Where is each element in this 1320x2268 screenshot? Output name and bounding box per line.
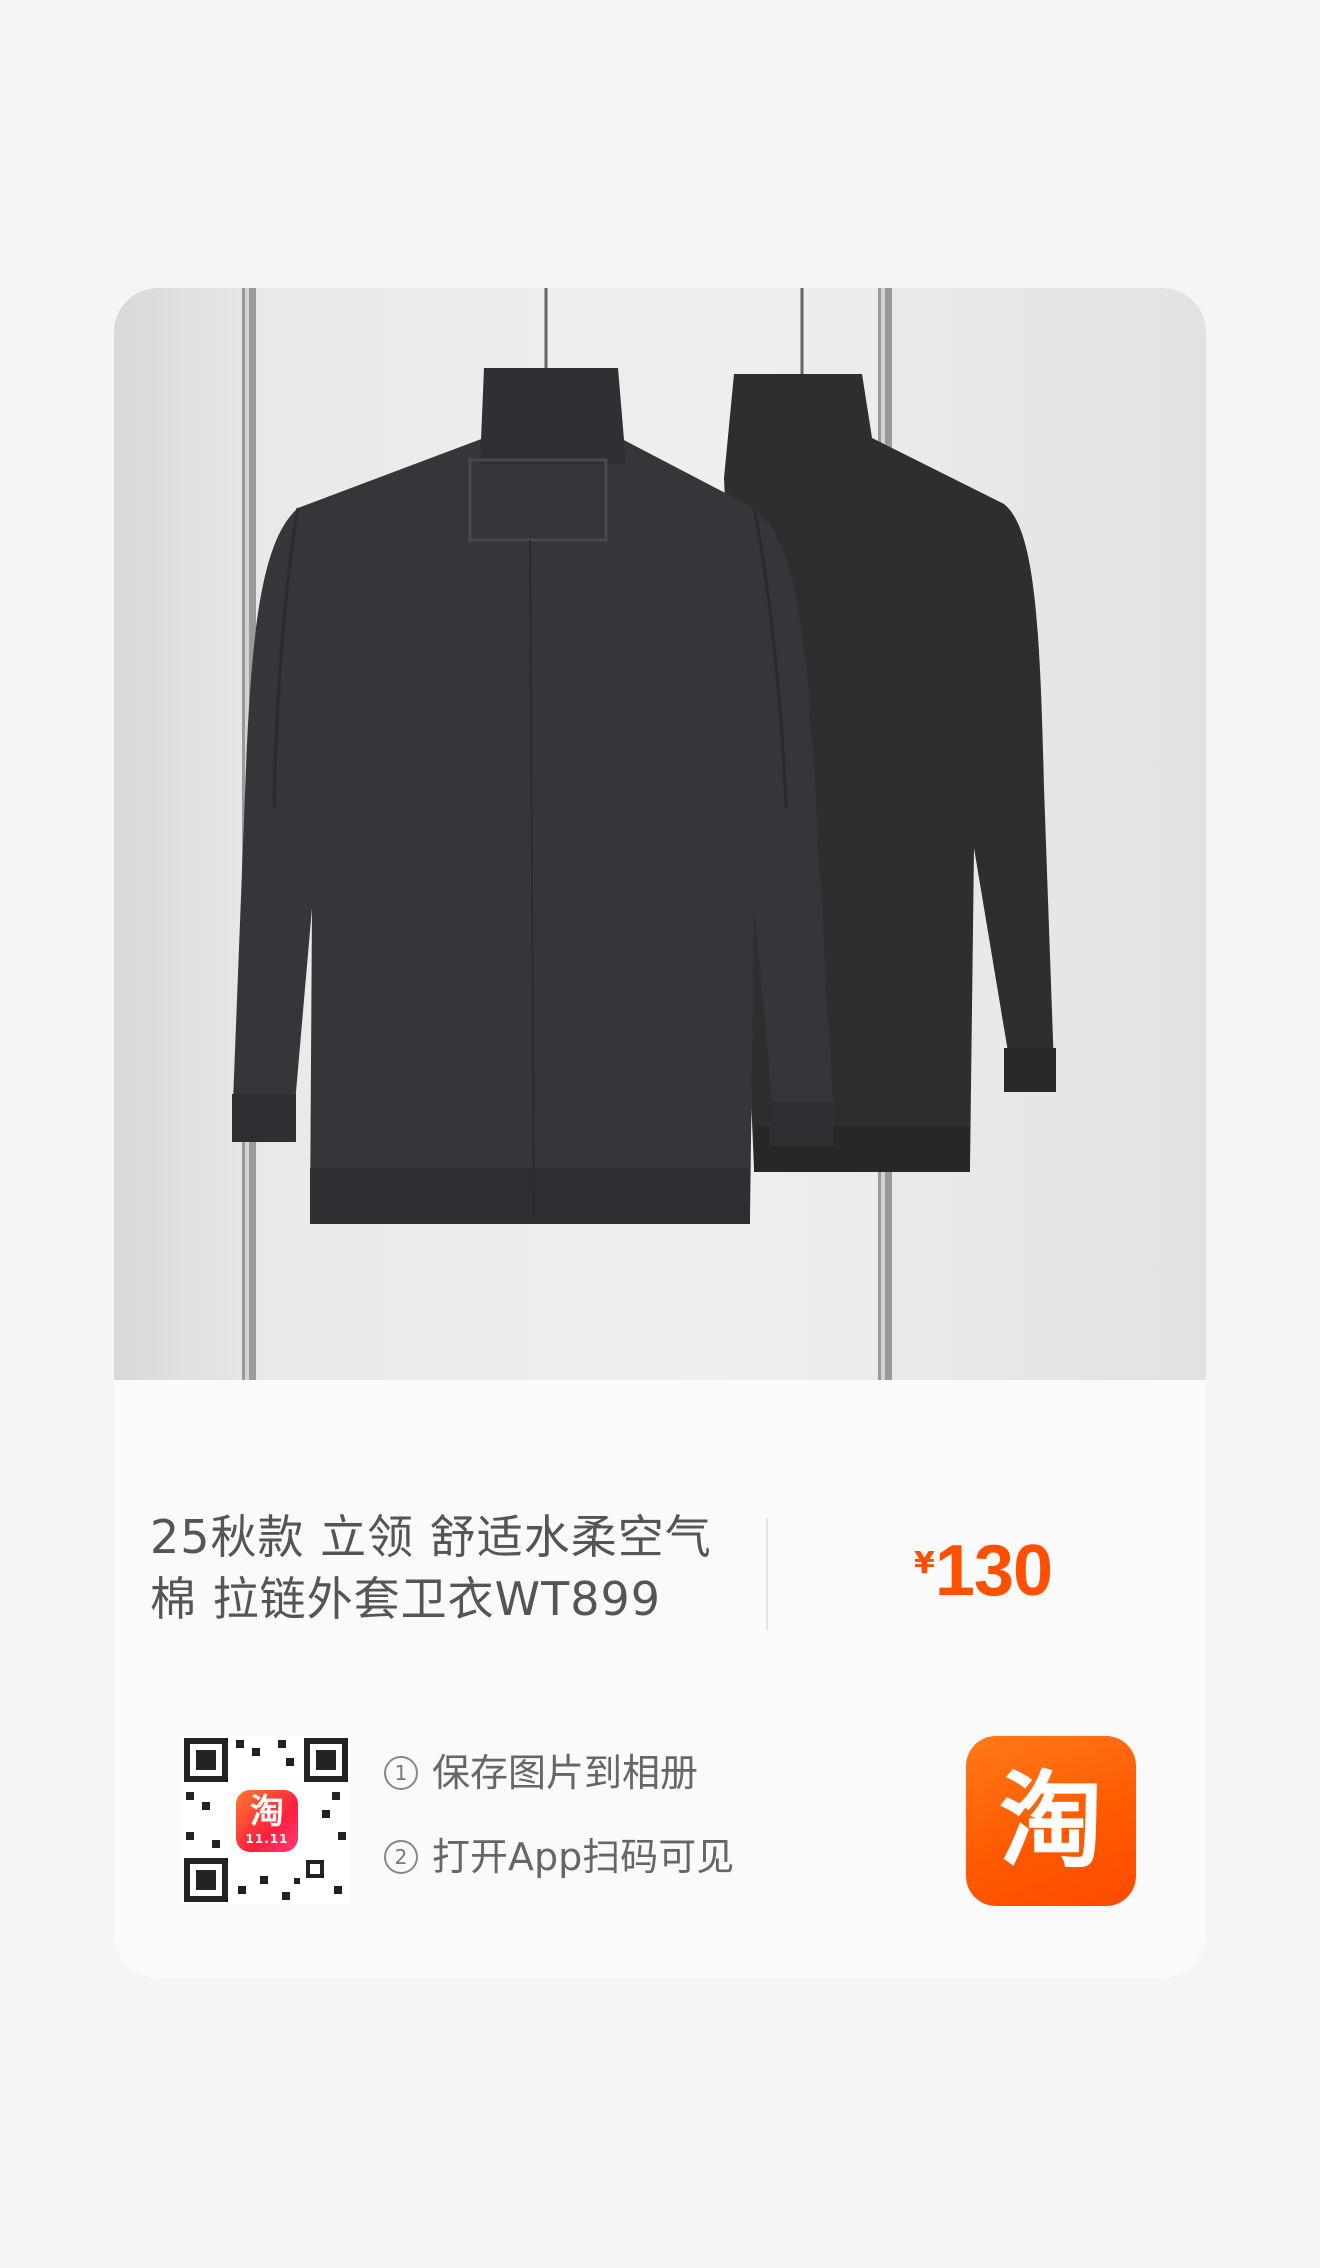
product-photo[interactable] [114,288,1206,1380]
taobao-app-char: 淘 [998,1760,1103,1882]
badge-char: 淘 [250,1792,284,1832]
qr-code-icon[interactable]: 淘 11.11 [182,1736,350,1904]
step-open-app: 2 打开App扫码可见 [384,1832,734,1882]
step-text-2: 打开App扫码可见 [432,1835,735,1879]
step-text-1: 保存图片到相册 [432,1751,699,1795]
product-title[interactable]: 25秋款 立领 舒适水柔空气棉 拉链外套卫衣WT899 [150,1506,750,1630]
share-card: 25秋款 立领 舒适水柔空气棉 拉链外套卫衣WT899 ¥130 淘 11.11… [114,288,1206,1978]
price-currency: ¥ [914,1546,935,1581]
taobao-badge-icon: 淘 11.11 [236,1790,298,1852]
divider [766,1518,768,1630]
step-save-image: 1 保存图片到相册 [384,1748,698,1798]
taobao-app-icon[interactable]: 淘 [966,1736,1136,1906]
product-price: ¥130 [914,1530,1053,1612]
price-amount: 130 [934,1531,1053,1611]
step-number-2: 2 [384,1840,418,1874]
product-photo-jackets [232,288,1056,1380]
badge-tag: 11.11 [245,1832,289,1846]
step-number-1: 1 [384,1756,418,1790]
